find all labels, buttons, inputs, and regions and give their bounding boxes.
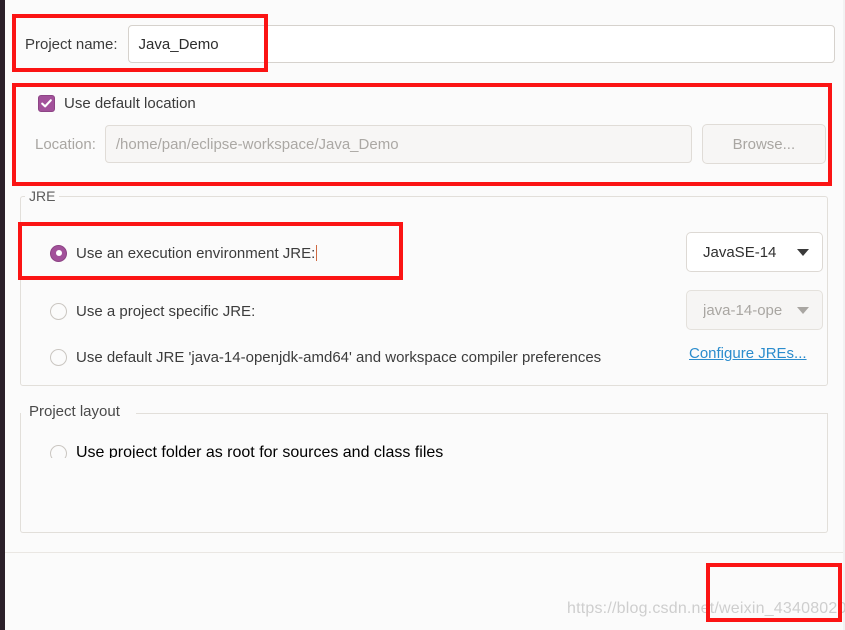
radio-unselected-icon[interactable]	[50, 302, 67, 320]
jre-option-execution-environment[interactable]: Use an execution environment JRE:	[50, 241, 318, 265]
new-java-project-dialog: Project name: Java_Demo Use default loca…	[0, 0, 845, 630]
jre-option-default[interactable]: Use default JRE 'java-14-openjdk-amd64' …	[50, 345, 601, 369]
radio-unselected-icon[interactable]	[50, 348, 67, 366]
watermark: https://blog.csdn.net/weixin_43408020	[567, 600, 845, 617]
project-specific-jre-combo-value: java-14-ope	[703, 301, 783, 319]
radio-unselected-icon[interactable]	[50, 444, 67, 458]
project-specific-jre-combo[interactable]: java-14-ope	[686, 290, 823, 330]
project-name-input[interactable]: Java_Demo	[127, 25, 835, 63]
text-caret	[316, 244, 318, 261]
jre-option-execution-environment-label: Use an execution environment JRE:	[76, 244, 316, 262]
chevron-down-icon	[797, 248, 809, 256]
project-layout-option-row[interactable]: Use project folder as root for sources a…	[50, 441, 510, 458]
chevron-down-icon	[797, 306, 809, 314]
checkbox-checked-icon[interactable]	[38, 94, 55, 112]
execution-environment-combo[interactable]: JavaSE-14	[686, 232, 823, 272]
location-row: Location: /home/pan/eclipse-workspace/Ja…	[35, 124, 835, 164]
jre-option-project-specific-label: Use a project specific JRE:	[76, 302, 256, 320]
project-layout-group	[20, 413, 828, 533]
browse-button[interactable]: Browse...	[701, 124, 826, 164]
radio-selected-icon[interactable]	[50, 244, 67, 262]
project-layout-group-label: Project layout	[25, 403, 124, 420]
project-name-row: Project name: Java_Demo	[25, 24, 835, 64]
location-label: Location:	[35, 135, 96, 153]
configure-jres-link[interactable]: Configure JREs...	[689, 345, 807, 362]
jre-group-label: JRE	[25, 188, 60, 204]
jre-option-default-label: Use default JRE 'java-14-openjdk-amd64' …	[76, 348, 602, 366]
use-default-location-row[interactable]: Use default location	[38, 91, 196, 115]
project-name-label: Project name:	[25, 35, 118, 53]
dialog-button-bar: ? < Back Next > Cancel Finish	[5, 552, 843, 630]
dialog-body: Project name: Java_Demo Use default loca…	[5, 0, 843, 552]
jre-option-project-specific[interactable]: Use a project specific JRE:	[50, 299, 255, 323]
use-default-location-label: Use default location	[64, 94, 196, 112]
location-input[interactable]: /home/pan/eclipse-workspace/Java_Demo	[104, 125, 692, 163]
project-layout-group-topline	[136, 413, 828, 414]
execution-environment-combo-value: JavaSE-14	[703, 243, 777, 261]
project-layout-option-label: Use project folder as root for sources a…	[76, 444, 444, 458]
